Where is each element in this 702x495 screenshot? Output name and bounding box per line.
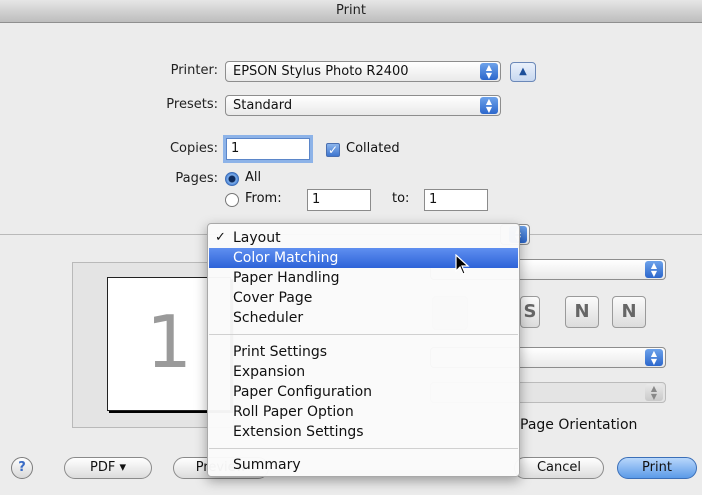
checkmark-icon: ✓ — [327, 143, 339, 157]
copies-label: Copies: — [169, 141, 218, 156]
layout-direction-button-3[interactable]: N — [565, 296, 599, 328]
menu-item-label: Cover Page — [233, 290, 313, 306]
menu-separator — [209, 334, 518, 335]
menu-item-layout[interactable]: ✓ Layout — [209, 228, 518, 248]
menu-item-expansion[interactable]: Expansion — [209, 362, 518, 382]
window-titlebar: Print — [0, 0, 702, 23]
pages-from-field[interactable]: 1 — [307, 189, 371, 211]
layout-z-icon: N — [621, 301, 637, 322]
popup-arrows-icon: ▲▼ — [480, 63, 498, 80]
menu-item-paper-handling[interactable]: Paper Handling — [209, 268, 518, 288]
menu-item-label: Paper Handling — [233, 270, 340, 286]
pages-from-radio[interactable] — [225, 193, 239, 207]
popup-arrows-icon: ▲▼ — [645, 384, 663, 401]
question-mark-icon: ? — [18, 460, 26, 475]
page-orientation-label: Page Orientation — [520, 417, 638, 433]
pdf-button[interactable]: PDF ▾ — [64, 457, 152, 479]
printer-popup[interactable]: EPSON Stylus Photo R2400 ▲ ▼ — [225, 61, 501, 82]
window-title: Print — [336, 3, 366, 18]
menu-item-cover-page[interactable]: Cover Page — [209, 288, 518, 308]
pages-to-field[interactable]: 1 — [424, 189, 488, 211]
pages-all-radio[interactable] — [225, 172, 239, 186]
menu-item-label: Scheduler — [233, 310, 304, 326]
pages-from-label: From: — [245, 191, 282, 206]
mouse-cursor-icon — [455, 254, 470, 275]
cancel-button[interactable]: Cancel — [514, 457, 604, 479]
disclosure-button[interactable]: ▲ — [510, 62, 536, 82]
printer-label: Printer: — [170, 63, 218, 78]
menu-item-label: Summary — [233, 457, 301, 473]
presets-value: Standard — [233, 98, 293, 113]
menu-separator — [209, 448, 518, 449]
pages-to-label: to: — [392, 191, 410, 206]
presets-label: Presets: — [166, 97, 218, 112]
menu-item-roll-paper-option[interactable]: Roll Paper Option — [209, 402, 518, 422]
help-button[interactable]: ? — [11, 457, 33, 479]
layout-n-icon: N — [574, 301, 590, 322]
menu-item-label: Layout — [233, 230, 281, 246]
collated-checkbox[interactable]: ✓ — [326, 143, 340, 157]
menu-item-label: Expansion — [233, 364, 306, 380]
menu-item-summary[interactable]: Summary — [209, 455, 518, 475]
printer-value: EPSON Stylus Photo R2400 — [233, 64, 409, 79]
print-button[interactable]: Print — [617, 457, 697, 479]
menu-item-label: Color Matching — [233, 250, 339, 266]
menu-item-label: Extension Settings — [233, 424, 364, 440]
popup-arrows-icon: ▲▼ — [480, 97, 498, 114]
menu-item-extension-settings[interactable]: Extension Settings — [209, 422, 518, 442]
popup-arrows-icon: ▲▼ — [645, 349, 663, 366]
copies-field[interactable]: 1 — [226, 138, 310, 160]
menu-item-label: Paper Configuration — [233, 384, 373, 400]
menu-item-print-settings[interactable]: Print Settings — [209, 342, 518, 362]
pages-label: Pages: — [175, 171, 218, 186]
layout-direction-button-4[interactable]: N — [612, 296, 646, 328]
menu-item-label: Print Settings — [233, 344, 328, 360]
menu-item-label: Roll Paper Option — [233, 404, 354, 420]
menu-item-scheduler[interactable]: Scheduler — [209, 308, 518, 328]
popup-arrows-icon: ▲▼ — [645, 261, 663, 278]
pages-all-label: All — [245, 170, 262, 185]
menu-item-paper-configuration[interactable]: Paper Configuration — [209, 382, 518, 402]
collated-label: Collated — [346, 141, 400, 156]
menu-item-color-matching[interactable]: Color Matching — [209, 248, 518, 268]
disclosure-triangle-icon: ▲ — [519, 66, 527, 77]
presets-popup[interactable]: Standard ▲ ▼ — [225, 95, 501, 116]
checkmark-icon: ✓ — [215, 230, 226, 245]
layout-s-icon: S — [523, 301, 537, 322]
panel-menu: ✓ Layout Color Matching Paper Handling C… — [207, 223, 520, 477]
layout-direction-button-2[interactable]: S — [520, 296, 540, 328]
